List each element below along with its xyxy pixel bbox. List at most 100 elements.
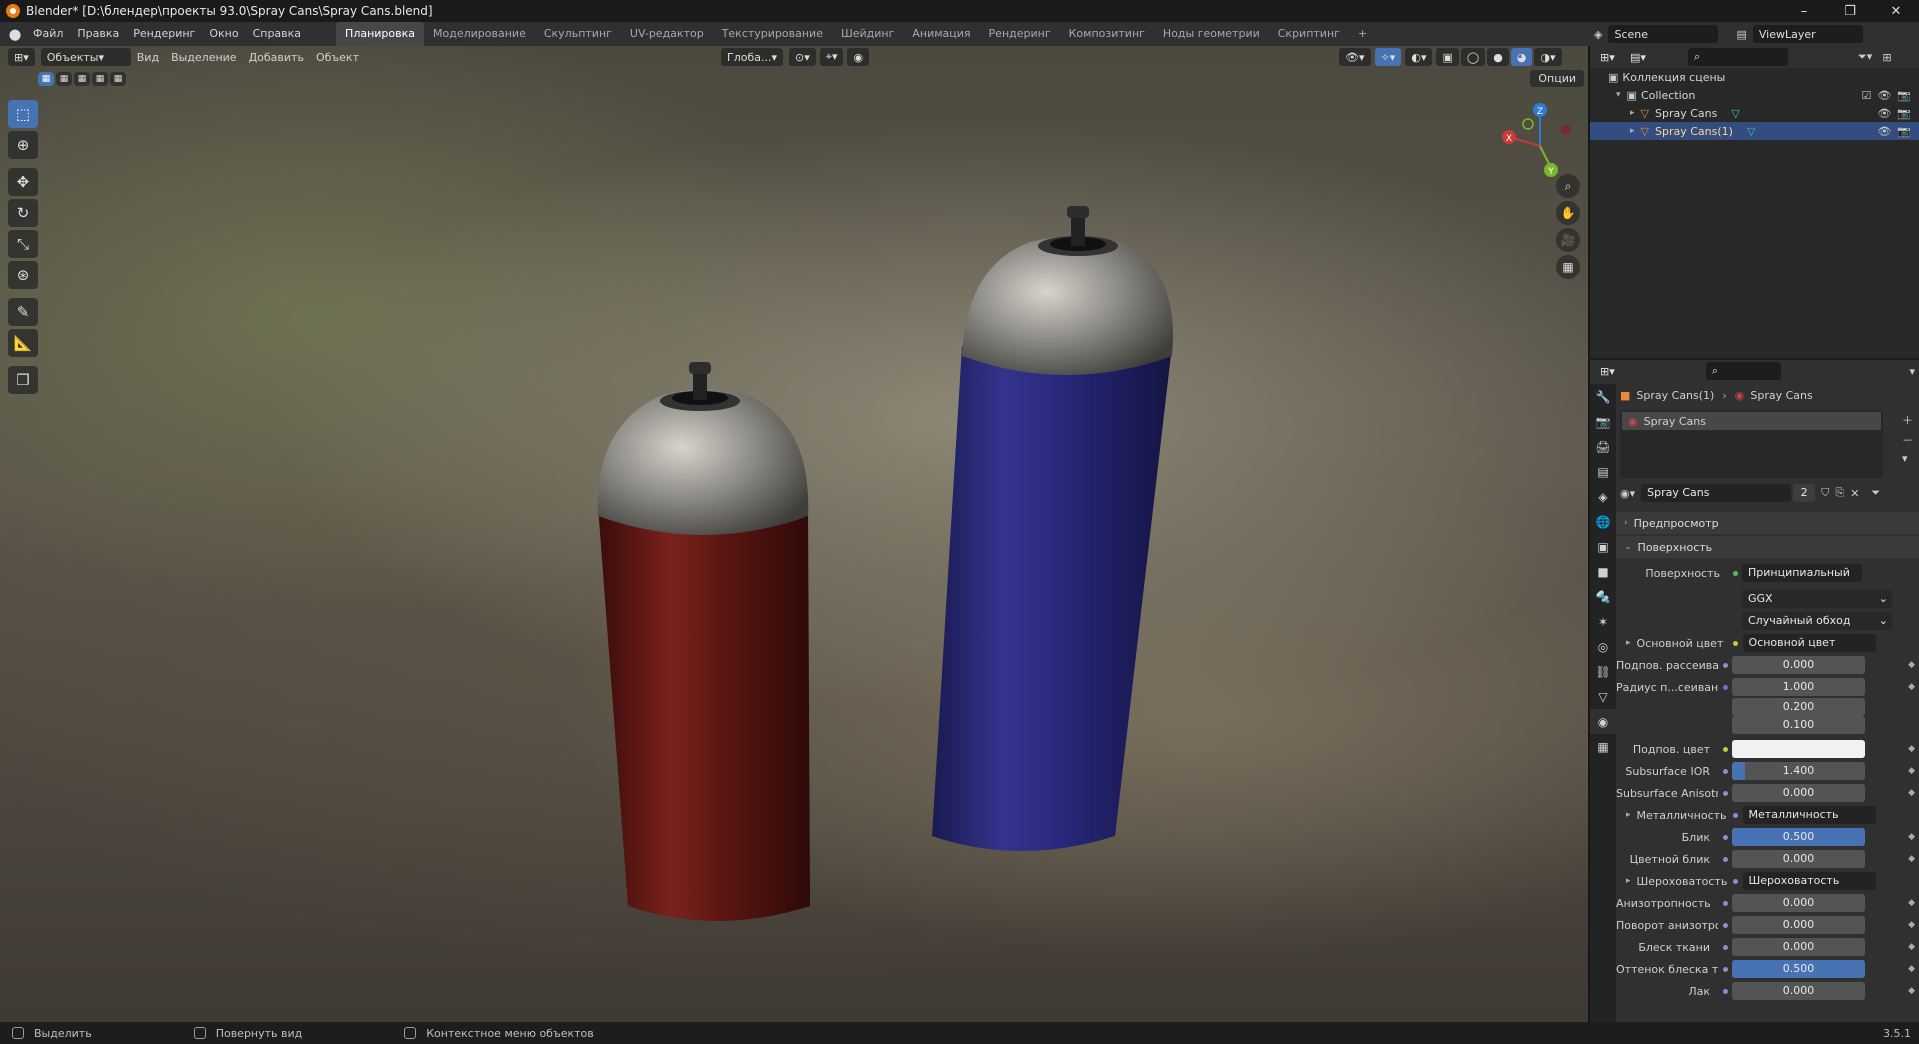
navigation-gizmo[interactable]: Z X Y bbox=[1502, 103, 1571, 177]
maximize-button[interactable]: ❐ bbox=[1827, 0, 1873, 22]
outliner-collection[interactable]: ▾ ▣ Collection ☑ 👁 📷 bbox=[1590, 86, 1919, 104]
modifier-tab-icon[interactable]: 🔩 bbox=[1590, 584, 1616, 609]
tab-shading[interactable]: Шейдинг bbox=[832, 22, 903, 46]
outliner-scene-collection[interactable]: ▣ Коллекция сцены bbox=[1590, 68, 1919, 86]
clearcoat-field[interactable]: 0.000 bbox=[1732, 982, 1865, 1000]
properties-editor-type-icon[interactable]: ⊞▾ bbox=[1594, 362, 1622, 380]
tab-rendering[interactable]: Рендеринг bbox=[980, 22, 1060, 46]
material-name-field[interactable]: Spray Cans bbox=[1641, 484, 1792, 502]
users-count[interactable]: 2 bbox=[1793, 484, 1816, 502]
constraints-tab-icon[interactable]: ⛓ bbox=[1590, 659, 1616, 684]
display-mode-icon[interactable]: ▤▾ bbox=[1624, 48, 1652, 66]
physics-tab-icon[interactable]: ◎ bbox=[1590, 634, 1616, 659]
camera-icon[interactable]: 📷 bbox=[1897, 107, 1911, 120]
tab-modeling[interactable]: Моделирование bbox=[424, 22, 535, 46]
pan-hand-icon[interactable]: ✋ bbox=[1556, 201, 1580, 225]
tab-sculpting[interactable]: Скульптинг bbox=[535, 22, 621, 46]
slot-list[interactable]: ◉ Spray Cans bbox=[1620, 410, 1883, 478]
sss-color-swatch[interactable] bbox=[1732, 740, 1865, 758]
tab-compositing[interactable]: Композитинг bbox=[1060, 22, 1154, 46]
fake-user-icon[interactable]: ⛉ bbox=[1821, 486, 1829, 500]
scene-field[interactable]: Scene bbox=[1608, 25, 1719, 43]
unlink-icon[interactable]: ✕ bbox=[1850, 487, 1859, 500]
collapse-icon[interactable]: ▾ bbox=[1616, 90, 1621, 100]
object-tab-icon[interactable]: ■ bbox=[1590, 559, 1616, 584]
view-layer-tab-icon[interactable]: ▤ bbox=[1590, 459, 1616, 484]
expand-icon[interactable]: ▸ bbox=[1626, 638, 1631, 648]
filter-icon[interactable]: ⏷▾ bbox=[1858, 50, 1872, 64]
red-spray-can[interactable] bbox=[597, 362, 810, 921]
output-tab-icon[interactable]: 🖨 bbox=[1590, 434, 1616, 459]
add-slot-icon[interactable]: ＋ bbox=[1902, 412, 1913, 428]
specular-field[interactable]: 0.500 bbox=[1732, 828, 1865, 846]
blue-spray-can[interactable] bbox=[932, 206, 1173, 851]
duplicate-icon[interactable]: ⎘ bbox=[1835, 486, 1844, 500]
menu-help[interactable]: Справка bbox=[246, 22, 308, 46]
view-layer-field[interactable]: ViewLayer bbox=[1752, 25, 1863, 43]
outliner-item-spray-cans[interactable]: ▸ ▽ Spray Cans ▽ 👁 📷 bbox=[1590, 104, 1919, 122]
tab-texture-paint[interactable]: Текстурирование bbox=[713, 22, 832, 46]
panel-preview[interactable]: › Предпросмотр bbox=[1616, 512, 1919, 534]
radius-z-field[interactable]: 0.100 bbox=[1732, 716, 1865, 734]
outliner-search-input[interactable]: ⌕ bbox=[1688, 48, 1788, 66]
eye-icon[interactable]: 👁 bbox=[1877, 125, 1891, 138]
distribution-dropdown[interactable]: GGX ⌄ bbox=[1742, 590, 1892, 608]
properties-search-input[interactable]: ⌕ bbox=[1705, 362, 1782, 380]
surface-shader-field[interactable]: Принципиальный BSDF bbox=[1742, 564, 1862, 582]
perspective-grid-icon[interactable]: ▦ bbox=[1556, 255, 1580, 279]
metallic-field[interactable]: Металличность bbox=[1742, 806, 1876, 824]
sss-method-dropdown[interactable]: Случайный обход ⌄ bbox=[1742, 612, 1892, 630]
tab-uv-editing[interactable]: UV-редактор bbox=[621, 22, 713, 46]
menu-window[interactable]: Окно bbox=[202, 22, 245, 46]
sheen-field[interactable]: 0.000 bbox=[1732, 938, 1865, 956]
node-link-icon[interactable]: ⏷ bbox=[1871, 486, 1880, 500]
render-tab-icon[interactable]: 📷 bbox=[1590, 409, 1616, 434]
outliner-editor-type-icon[interactable]: ⊞▾ bbox=[1594, 48, 1624, 66]
menu-edit[interactable]: Правка bbox=[70, 22, 126, 46]
new-collection-icon[interactable]: ⊞ bbox=[1882, 51, 1891, 64]
data-tab-icon[interactable]: ▽ bbox=[1590, 684, 1616, 709]
zoom-icon[interactable]: ⌕ bbox=[1556, 174, 1580, 198]
menu-render[interactable]: Рендеринг bbox=[126, 22, 202, 46]
slot-item[interactable]: ◉ Spray Cans bbox=[1622, 412, 1881, 430]
texture-tab-icon[interactable]: ▦ bbox=[1590, 734, 1616, 759]
outliner-item-spray-cans-1[interactable]: ▸ ▽ Spray Cans(1) ▽ 👁 📷 bbox=[1590, 122, 1919, 140]
camera-icon[interactable]: 📷 bbox=[1897, 89, 1911, 102]
remove-slot-icon[interactable]: － bbox=[1902, 432, 1913, 448]
particles-tab-icon[interactable]: ✶ bbox=[1590, 609, 1616, 634]
radius-x-field[interactable]: 1.000 bbox=[1732, 678, 1865, 696]
roughness-field[interactable]: Шероховатость bbox=[1742, 872, 1876, 890]
expand-icon[interactable]: ▸ bbox=[1630, 126, 1635, 136]
tool-tab-icon[interactable]: 🔧 bbox=[1590, 384, 1616, 409]
material-tab-icon[interactable]: ◉ bbox=[1590, 709, 1616, 734]
menu-file[interactable]: Файл bbox=[26, 22, 70, 46]
world-tab-icon[interactable]: 🌐 bbox=[1590, 509, 1616, 534]
base-color-field[interactable]: Основной цвет bbox=[1742, 634, 1876, 652]
expand-icon[interactable]: ▸ bbox=[1626, 810, 1631, 820]
eye-icon[interactable]: 👁 bbox=[1877, 89, 1891, 102]
properties-options-icon[interactable]: ▾ bbox=[1909, 365, 1915, 378]
tab-layout[interactable]: Планировка bbox=[336, 22, 425, 46]
scene-tab-icon[interactable]: ◈ bbox=[1590, 484, 1616, 509]
sss-anisotropy-field[interactable]: 0.000 bbox=[1732, 784, 1865, 802]
close-button[interactable]: ✕ bbox=[1873, 0, 1919, 22]
anisotropic-field[interactable]: 0.000 bbox=[1732, 894, 1865, 912]
browse-material-icon[interactable]: ◉▾ bbox=[1620, 487, 1635, 500]
specular-tint-field[interactable]: 0.000 bbox=[1732, 850, 1865, 868]
3d-viewport[interactable]: ⊞▾ Объекты ▾ Вид Выделение Добавить Объе… bbox=[0, 46, 1588, 1022]
expand-icon[interactable]: ▸ bbox=[1630, 108, 1635, 118]
expand-icon[interactable]: ▸ bbox=[1626, 876, 1631, 886]
anisotropic-rotation-field[interactable]: 0.000 bbox=[1732, 916, 1865, 934]
tab-scripting[interactable]: Скриптинг bbox=[1269, 22, 1349, 46]
checkbox-icon[interactable]: ☑ bbox=[1861, 89, 1871, 102]
blender-menu-icon[interactable]: ⬤ bbox=[4, 22, 26, 46]
minimize-button[interactable]: – bbox=[1781, 0, 1827, 22]
sss-ior-field[interactable]: 1.400 bbox=[1732, 762, 1865, 780]
radius-y-field[interactable]: 0.200 bbox=[1732, 698, 1865, 716]
camera-view-icon[interactable]: 🎥 bbox=[1556, 228, 1580, 252]
slot-menu-icon[interactable]: ▾ bbox=[1902, 452, 1913, 465]
eye-icon[interactable]: 👁 bbox=[1877, 107, 1891, 120]
panel-surface[interactable]: ⌄ Поверхность bbox=[1616, 536, 1919, 558]
camera-icon[interactable]: 📷 bbox=[1897, 125, 1911, 138]
subsurface-field[interactable]: 0.000 bbox=[1732, 656, 1865, 674]
